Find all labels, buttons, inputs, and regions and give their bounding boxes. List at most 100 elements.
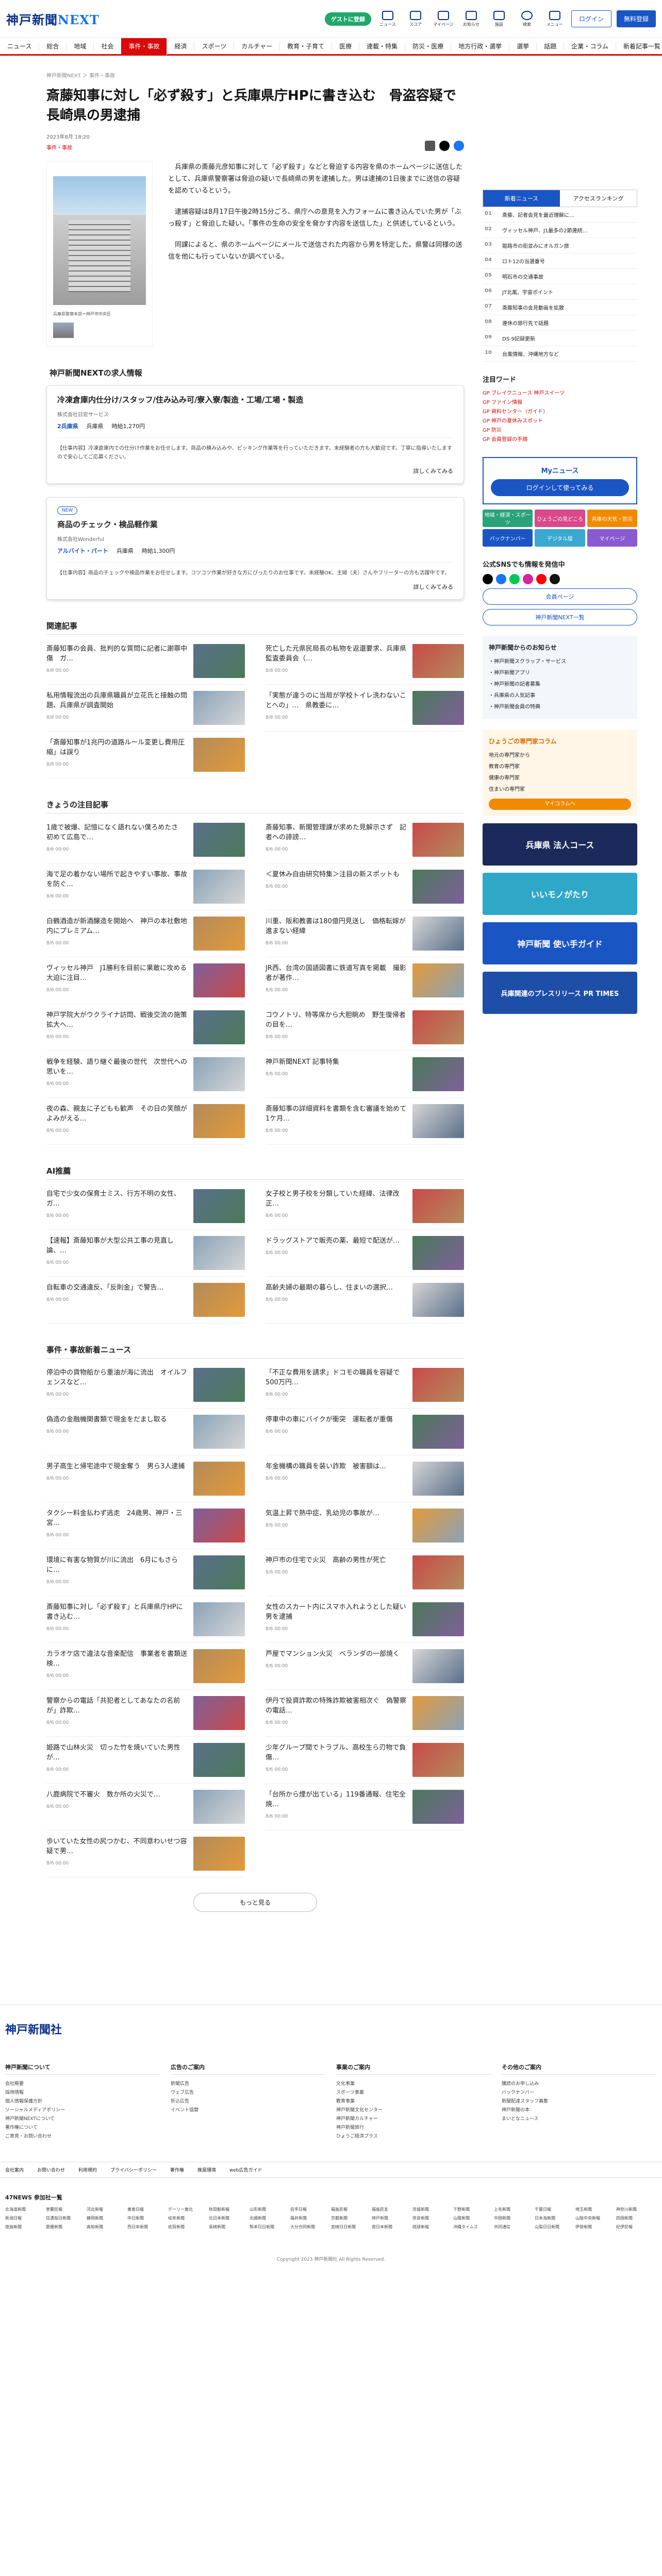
- rank-title[interactable]: 台風情報、沖縄地方など: [502, 350, 559, 358]
- n47-paper-link[interactable]: 伊勢新聞: [575, 2224, 616, 2230]
- news-thumbnail[interactable]: [412, 1743, 464, 1777]
- footer-logo[interactable]: 神戸新聞社: [0, 2021, 662, 2037]
- news-card[interactable]: 伊丹で投資詐欺の特殊詐欺被害相次ぐ 偽警察の電話… 8/6 00:00: [266, 1690, 464, 1737]
- news-thumbnail[interactable]: [193, 691, 245, 725]
- news-card[interactable]: 芦屋でマンション火災 ベランダの一部焼く 8/6 00:00: [266, 1643, 464, 1690]
- nav-item[interactable]: 医療: [332, 42, 360, 50]
- n47-paper-link[interactable]: 熊本日日新聞: [250, 2224, 290, 2230]
- news-title[interactable]: 年金機構の職員を装い詐欺 被害額は…: [266, 1463, 386, 1470]
- ranking-item[interactable]: 06 JT北風、宇宙ポイント: [483, 284, 637, 300]
- news-title[interactable]: 「実態が違うのに当局が学校トイレ洗わないことへの」… 県教委に…: [266, 692, 406, 709]
- footer-link[interactable]: 神戸新聞文化センター: [336, 2106, 491, 2115]
- news-card[interactable]: 高齢夫婦の最期の暮らし、住まいの選択… 8/6 00:00: [266, 1277, 464, 1324]
- news-title[interactable]: 気温上昇で熱中症、乳幼児の事故が…: [266, 1510, 379, 1517]
- news-thumbnail[interactable]: [412, 691, 464, 725]
- notice-nav-icon[interactable]: お知らせ: [460, 10, 483, 27]
- feature-tile[interactable]: デジタル版: [535, 529, 585, 547]
- news-title[interactable]: 死亡した元県民局長の私物を返還要求、兵庫県監査委員会（…: [266, 645, 406, 663]
- facebook-icon[interactable]: [496, 574, 506, 584]
- n47-paper-link[interactable]: 秋田魁新報: [209, 2207, 250, 2212]
- news-thumbnail[interactable]: [193, 1743, 245, 1777]
- footer-bar-link[interactable]: プライバシーポリシー: [110, 2166, 157, 2173]
- n47-paper-link[interactable]: 福島民報: [331, 2207, 372, 2212]
- job-card[interactable]: NEW 商品のチェック・検品軽作業 株式会社Wonderful アルバイト・パート 兵庫…: [46, 497, 464, 600]
- n47-paper-link[interactable]: 茨城新聞: [412, 2207, 453, 2212]
- article-photo[interactable]: 兵庫県警察本部＝神戸市中央区: [46, 161, 153, 347]
- ranking-item[interactable]: 10 台風情報、沖縄地方など: [483, 346, 637, 362]
- feature-tile[interactable]: 兵庫の天気・防災: [587, 510, 637, 527]
- news-card[interactable]: 「斎藤知事が1兆円の道路ルール変更し費用圧縮」は誤り 8/8 00:00: [46, 732, 245, 778]
- news-thumbnail[interactable]: [193, 1236, 245, 1270]
- footer-link[interactable]: ご意見・お問い合わせ: [5, 2132, 160, 2141]
- news-title[interactable]: 八鹿病院で不審火 数か所の火災で…: [46, 1791, 160, 1799]
- news-title[interactable]: 少年グループ間でトラブル、高校生ら刃物で負傷…: [266, 1744, 406, 1761]
- n47-paper-link[interactable]: 沖縄タイムス: [453, 2224, 494, 2230]
- n47-paper-link[interactable]: 山梨日日新聞: [535, 2224, 575, 2230]
- news-title[interactable]: ＜夏休み自由研究特集＞注目の新スポットも: [266, 871, 400, 878]
- news-title[interactable]: 斎藤知事に対し「必ず殺す」と兵庫県庁HPに書き込む…: [46, 1603, 183, 1621]
- keyword-item[interactable]: GP 防災: [483, 426, 637, 435]
- footer-bar-link[interactable]: 利用規約: [78, 2166, 97, 2173]
- news-thumbnail[interactable]: [193, 1509, 245, 1543]
- news-thumbnail[interactable]: [193, 1415, 245, 1449]
- mypage-nav-icon[interactable]: マイページ: [432, 10, 455, 27]
- keyword-item[interactable]: GP ブレイクニュース 神戸スイーツ: [483, 389, 637, 398]
- job-title[interactable]: 冷凍倉庫内仕分け/スタッフ/住み込み可/寮入寮/製造・工場/工場・製造: [57, 394, 453, 405]
- n47-paper-link[interactable]: 琉球新報: [412, 2224, 453, 2230]
- news-title[interactable]: 自宅で少女の保育士ミス、行方不明の女性、ガ…: [46, 1190, 180, 1208]
- news-title[interactable]: 警察からの電話「共犯者としてあなたの名前が」詐欺…: [46, 1697, 180, 1715]
- news-title[interactable]: 歩いていた女性の尻つかむ、不同意わいせつ容疑で男…: [46, 1838, 187, 1855]
- news-title[interactable]: 神戸市の住宅で火災 高齢の男性が死亡: [266, 1556, 386, 1564]
- news-thumbnail[interactable]: [412, 1555, 464, 1589]
- print-icon[interactable]: [425, 141, 435, 151]
- news-title[interactable]: 夜の森、親友に子どもも歓声 その日の笑顔がよみがえる…: [46, 1105, 187, 1123]
- job-title[interactable]: 商品のチェック・検品軽作業: [57, 519, 453, 530]
- news-card[interactable]: ヴィッセル神戸 J1勝利を目前に果敢に攻める大迫に注目… 8/6 00:00: [46, 957, 245, 1004]
- notice-item[interactable]: ・神戸新聞アプリ: [489, 668, 631, 679]
- footer-link[interactable]: 折込広告: [171, 2097, 326, 2106]
- news-thumbnail[interactable]: [193, 1283, 245, 1317]
- news-card[interactable]: 警察からの電話「共犯者としてあなたの名前が」詐欺… 8/6 00:00: [46, 1690, 245, 1737]
- n47-paper-link[interactable]: 大分合同新聞: [290, 2224, 331, 2230]
- n47-paper-link[interactable]: 中国新聞: [494, 2215, 535, 2221]
- news-thumbnail[interactable]: [412, 1509, 464, 1543]
- n47-paper-link[interactable]: 神奈川新聞: [616, 2207, 657, 2212]
- news-title[interactable]: 「台所から煙が出ている」119番通報、住宅全焼…: [266, 1791, 406, 1808]
- news-thumbnail[interactable]: [193, 1462, 245, 1496]
- n47-paper-link[interactable]: 山陽新聞: [453, 2215, 494, 2221]
- n47-paper-link[interactable]: 徳島新聞: [5, 2224, 46, 2230]
- banner-goods[interactable]: いいモノがたり: [483, 873, 637, 915]
- ranking-item[interactable]: 04 ロト12の当選番号: [483, 253, 637, 269]
- nav-item[interactable]: 新着記事一覧: [616, 42, 662, 50]
- tiktok-icon[interactable]: [550, 574, 560, 584]
- news-title[interactable]: 【速報】斎藤知事が大型公共工事の見直し論、…: [46, 1237, 174, 1255]
- news-card[interactable]: 1歳で被爆、記憶になく語れない僕ろめたさ 初めて広島で… 8/6 00:00: [46, 817, 245, 863]
- news-title[interactable]: 停泊中の貨物船から重油が海に流出 オイルフェンスなど…: [46, 1369, 187, 1386]
- news-card[interactable]: 斎藤知事の詳細資料を書類を含む審議を始めて1ケ月… 8/6 00:00: [266, 1098, 464, 1145]
- n47-paper-link[interactable]: 信濃毎日新聞: [46, 2215, 87, 2221]
- news-title[interactable]: 女子校と男子校を分類していた経緯、法律改正…: [266, 1190, 400, 1208]
- n47-paper-link[interactable]: 西日本新聞: [127, 2224, 168, 2230]
- job-card[interactable]: 冷凍倉庫内仕分け/スタッフ/住み込み可/寮入寮/製造・工場/工場・製造 株式会社日…: [46, 385, 464, 484]
- news-title[interactable]: 「不正な費用を請求」ドコモの職員を容疑で500万円…: [266, 1369, 400, 1386]
- news-thumbnail[interactable]: [412, 1602, 464, 1636]
- n47-paper-link[interactable]: 室蘭民報: [46, 2207, 87, 2212]
- column-item[interactable]: 教育の専門家: [489, 761, 631, 773]
- banner-corporate[interactable]: 兵庫県 法人コース: [483, 823, 637, 866]
- news-thumbnail[interactable]: [193, 917, 245, 951]
- news-title[interactable]: 1歳で被爆、記憶になく語れない僕ろめたさ 初めて広島で…: [46, 824, 185, 841]
- site-logo[interactable]: 神戸新聞NEXT: [6, 10, 100, 28]
- n47-paper-link[interactable]: デーリー東北: [168, 2207, 209, 2212]
- n47-paper-link[interactable]: 新潟日報: [5, 2215, 46, 2221]
- ranking-item[interactable]: 09 DS-9記録更新: [483, 331, 637, 346]
- news-thumbnail[interactable]: [193, 1649, 245, 1683]
- n47-paper-link[interactable]: 神戸新聞: [372, 2215, 412, 2221]
- footer-link[interactable]: ソーシャルメディアポリシー: [5, 2106, 160, 2115]
- column-item[interactable]: 健康の専門家: [489, 773, 631, 784]
- news-title[interactable]: 停車中の車にバイクが衝突 運転者が重傷: [266, 1416, 393, 1423]
- news-card[interactable]: 年金機構の職員を装い詐欺 被害額は… 8/6 00:00: [266, 1455, 464, 1502]
- news-title[interactable]: 環境に有害な物質が川に流出 6月にもさらに…: [46, 1556, 178, 1574]
- news-card[interactable]: 偽造の金融機関書類で現金をだまし取る 8/6 00:00: [46, 1409, 245, 1455]
- nav-item[interactable]: 話題: [537, 42, 565, 50]
- news-nav-icon[interactable]: ニュース: [376, 10, 399, 27]
